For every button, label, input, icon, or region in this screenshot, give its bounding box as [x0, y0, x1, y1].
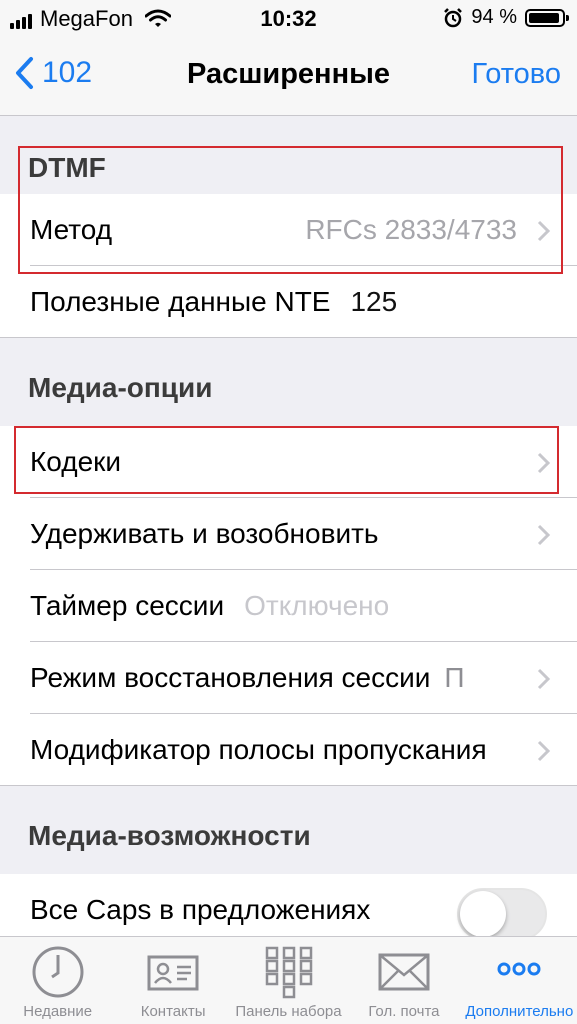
method-row[interactable]: Метод RFCs 2833/4733	[0, 194, 577, 266]
codecs-label: Кодеки	[30, 446, 122, 477]
navigation-bar: 102 Расширенные Готово	[0, 38, 577, 116]
tab-keypad[interactable]: Панель набора	[231, 937, 346, 1024]
session-timer-value: Отключено	[244, 590, 390, 621]
tab-contacts[interactable]: Контакты	[115, 937, 230, 1024]
status-bar: MegaFon 10:32 94 %	[0, 0, 577, 38]
toggle-knob	[460, 891, 506, 937]
session-recovery-row[interactable]: Режим восстановления сессии П	[0, 642, 577, 714]
tab-more[interactable]: Дополнительно	[462, 937, 577, 1024]
session-timer-label: Таймер сессии	[30, 590, 225, 621]
tab-bar: Недавние Контакты Панель набора Гол. поч…	[0, 936, 577, 1024]
battery-percent: 94 %	[471, 6, 517, 28]
back-button-label: 102	[42, 56, 93, 89]
clock-icon	[32, 946, 84, 998]
section-header-media-capabilities: Медиа-возможности	[28, 820, 311, 851]
codecs-row[interactable]: Кодеки	[0, 426, 577, 498]
settings-list: DTMF Метод RFCs 2833/4733 Полезные данны…	[0, 116, 577, 946]
chevron-right-icon	[537, 668, 551, 690]
battery-icon	[525, 8, 569, 27]
nte-payload-label: Полезные данные NTE	[30, 286, 331, 317]
nte-payload-row[interactable]: Полезные данные NTE 125	[0, 266, 577, 338]
envelope-icon	[378, 953, 430, 991]
nte-payload-value: 125	[350, 286, 398, 317]
more-dots-icon	[497, 962, 541, 976]
tab-label: Дополнительно	[465, 1003, 574, 1020]
method-label: Метод	[30, 214, 113, 245]
section-header-media-options: Медиа-опции	[28, 372, 213, 403]
done-button[interactable]: Готово	[471, 58, 561, 91]
chevron-right-icon	[537, 220, 551, 242]
contact-card-icon	[147, 955, 199, 991]
hold-resume-row[interactable]: Удерживать и возобновить	[0, 498, 577, 570]
all-caps-label: Все Caps в предложениях	[30, 894, 371, 925]
section-header-dtmf: DTMF	[28, 152, 106, 183]
all-caps-toggle[interactable]	[457, 888, 547, 940]
session-recovery-value: П	[444, 662, 465, 693]
method-value: RFCs 2833/4733	[305, 214, 517, 245]
tab-label: Гол. почта	[368, 1003, 440, 1020]
tab-label: Контакты	[140, 1003, 206, 1020]
chevron-right-icon	[537, 452, 551, 474]
bandwidth-modifier-label: Модификатор полосы пропускания	[30, 734, 487, 765]
back-button[interactable]: 102	[14, 56, 92, 90]
session-recovery-label: Режим восстановления сессии	[30, 662, 431, 693]
tab-voicemail[interactable]: Гол. почта	[346, 937, 461, 1024]
chevron-right-icon	[537, 740, 551, 762]
alarm-icon	[444, 7, 463, 27]
tab-label: Недавние	[23, 1003, 93, 1020]
chevron-left-icon	[16, 57, 33, 89]
hold-resume-label: Удерживать и возобновить	[30, 518, 379, 549]
chevron-right-icon	[537, 524, 551, 546]
tab-recents[interactable]: Недавние	[0, 937, 115, 1024]
tab-label: Панель набора	[235, 1003, 342, 1020]
session-timer-row[interactable]: Таймер сессии Отключено	[0, 570, 577, 642]
keypad-icon	[265, 946, 312, 999]
bandwidth-modifier-row[interactable]: Модификатор полосы пропускания	[0, 714, 577, 786]
